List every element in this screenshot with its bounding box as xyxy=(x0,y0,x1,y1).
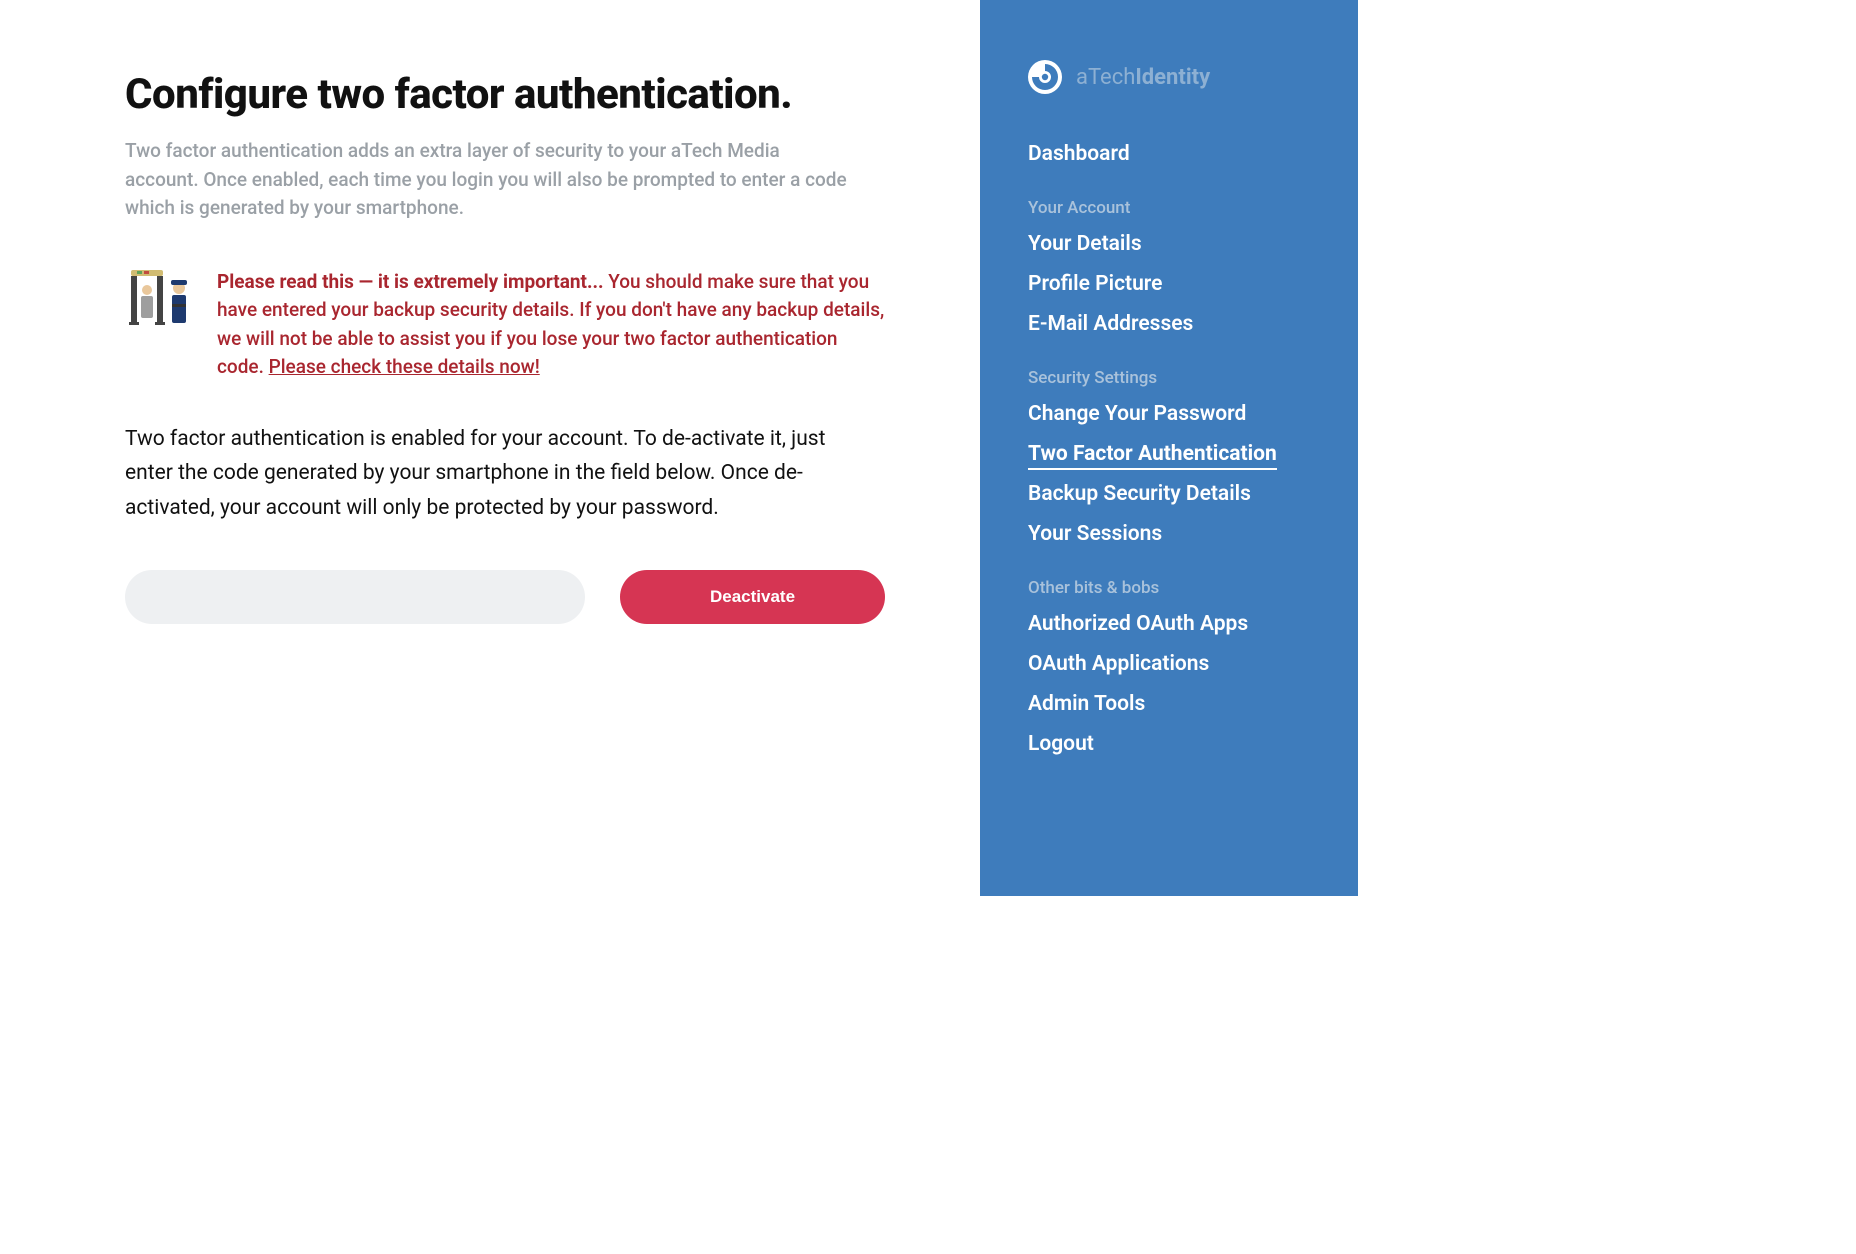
sidebar-item-logout[interactable]: Logout xyxy=(1028,724,1358,764)
warning-strong: Please read this — it is extremely impor… xyxy=(217,270,604,293)
check-details-link[interactable]: Please check these details now! xyxy=(269,355,540,378)
sidebar-item-two-factor-auth[interactable]: Two Factor Authentication xyxy=(1028,434,1358,474)
nav-section-your-account: Your Account xyxy=(1028,198,1358,218)
main-content: Configure two factor authentication. Two… xyxy=(0,0,980,896)
sidebar-item-your-details[interactable]: Your Details xyxy=(1028,224,1358,264)
nav-section-security: Security Settings xyxy=(1028,368,1358,388)
sidebar-item-oauth-applications[interactable]: OAuth Applications xyxy=(1028,644,1358,684)
nav-section-other: Other bits & bobs xyxy=(1028,578,1358,598)
sidebar-item-profile-picture[interactable]: Profile Picture xyxy=(1028,264,1358,304)
sidebar-item-your-sessions[interactable]: Your Sessions xyxy=(1028,514,1358,554)
deactivate-button[interactable]: Deactivate xyxy=(620,570,885,624)
sidebar-item-change-password[interactable]: Change Your Password xyxy=(1028,394,1358,434)
brand-suffix: Identity xyxy=(1135,65,1210,90)
deactivate-form: Deactivate xyxy=(125,570,885,624)
brand-prefix: aTech xyxy=(1076,65,1135,90)
page-subtitle: Two factor authentication adds an extra … xyxy=(125,137,855,223)
security-guard-icon xyxy=(125,268,195,328)
brand[interactable]: aTechIdentity xyxy=(1028,60,1358,94)
page-title: Configure two factor authentication. xyxy=(125,70,890,119)
warning-text: Please read this — it is extremely impor… xyxy=(217,268,885,382)
body-text: Two factor authentication is enabled for… xyxy=(125,422,865,526)
warning-block: Please read this — it is extremely impor… xyxy=(125,268,885,382)
sidebar-item-admin-tools[interactable]: Admin Tools xyxy=(1028,684,1358,724)
brand-text: aTechIdentity xyxy=(1076,65,1210,90)
sidebar-item-authorized-oauth[interactable]: Authorized OAuth Apps xyxy=(1028,604,1358,644)
sidebar-item-dashboard[interactable]: Dashboard xyxy=(1028,134,1358,174)
code-input[interactable] xyxy=(125,570,585,624)
sidebar: aTechIdentity Dashboard Your Account You… xyxy=(980,0,1358,896)
sidebar-item-email-addresses[interactable]: E-Mail Addresses xyxy=(1028,304,1358,344)
sidebar-item-backup-security[interactable]: Backup Security Details xyxy=(1028,474,1358,514)
brand-logo-icon xyxy=(1028,60,1062,94)
